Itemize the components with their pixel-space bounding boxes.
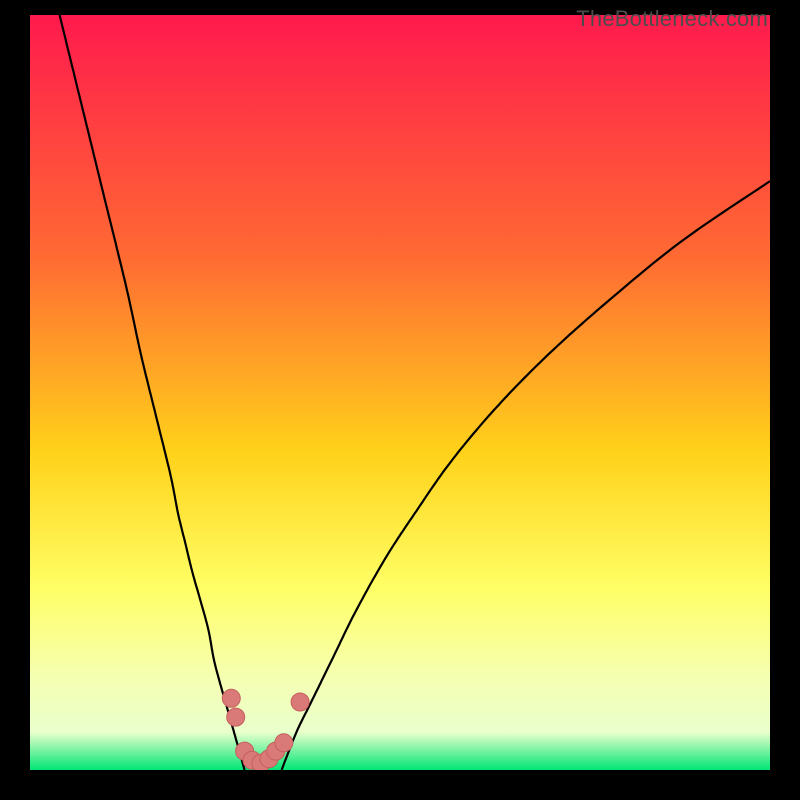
data-marker <box>291 693 309 711</box>
data-marker <box>227 708 245 726</box>
plot-area <box>30 15 770 770</box>
gradient-background <box>30 15 770 770</box>
chart-frame: TheBottleneck.com <box>0 0 800 800</box>
data-marker <box>222 689 240 707</box>
watermark-text: TheBottleneck.com <box>576 6 768 32</box>
data-marker <box>275 734 293 752</box>
plot-svg <box>30 15 770 770</box>
